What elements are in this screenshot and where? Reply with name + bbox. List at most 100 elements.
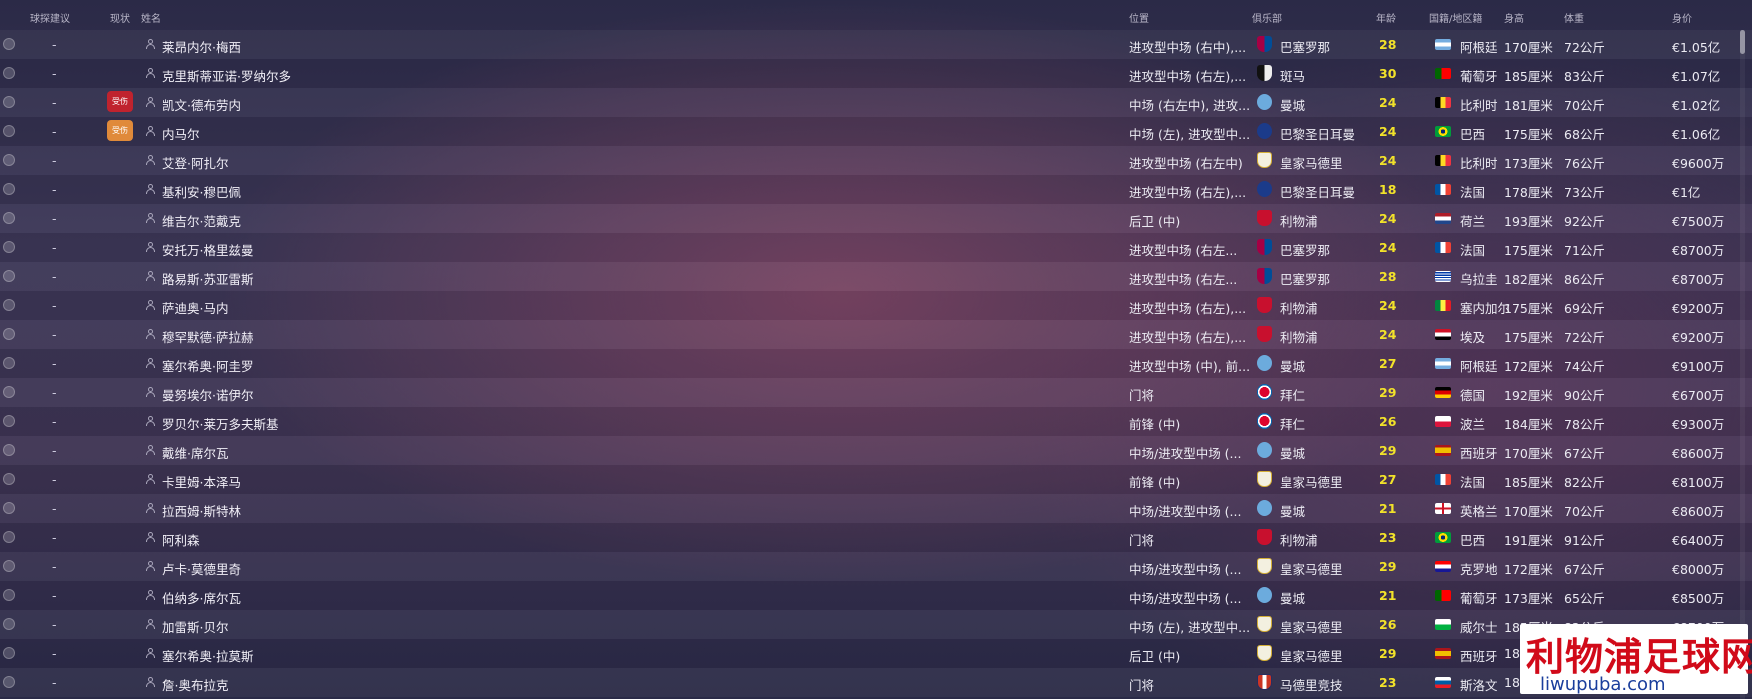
table-row[interactable]: - 詹·奥布拉克 门将 马德里竞技 23 斯洛文 18 <box>0 668 1752 697</box>
player-name[interactable]: 穆罕默德·萨拉赫 <box>162 327 253 346</box>
table-row[interactable]: - 塞尔希奥·拉莫斯 后卫 (中) 皇家马德里 29 西班牙 18 <box>0 639 1752 668</box>
player-name[interactable]: 内马尔 <box>162 124 200 143</box>
header-weight[interactable]: 体重 <box>1564 10 1584 25</box>
player-name[interactable]: 维吉尔·范戴克 <box>162 211 241 230</box>
header-position[interactable]: 位置 <box>1129 10 1149 25</box>
player-name[interactable]: 拉西姆·斯特林 <box>162 501 241 520</box>
scrollbar-thumb[interactable] <box>1740 30 1745 54</box>
player-name[interactable]: 克里斯蒂亚诺·罗纳尔多 <box>162 66 291 85</box>
player-name[interactable]: 艾登·阿扎尔 <box>162 153 228 172</box>
scrollbar-track[interactable] <box>1740 30 1745 699</box>
player-club[interactable]: 利物浦 <box>1280 211 1318 230</box>
table-row[interactable]: - 基利安·穆巴佩 进攻型中场 (右左),... 巴黎圣日耳曼 18 法国 178厘米 73公… <box>0 175 1752 204</box>
player-name[interactable]: 萨迪奥·马内 <box>162 298 228 317</box>
player-name[interactable]: 路易斯·苏亚雷斯 <box>162 269 253 288</box>
player-club[interactable]: 皇家马德里 <box>1280 153 1343 172</box>
player-club[interactable]: 曼城 <box>1280 588 1305 607</box>
header-status[interactable]: 现状 <box>110 10 130 25</box>
select-checkbox[interactable] <box>3 96 15 108</box>
player-name[interactable]: 莱昂内尔·梅西 <box>162 37 241 56</box>
table-row[interactable]: - 穆罕默德·萨拉赫 进攻型中场 (右左),... 利物浦 24 埃及 175厘米 72公斤 €… <box>0 320 1752 349</box>
select-checkbox[interactable] <box>3 676 15 688</box>
header-value[interactable]: 身价 <box>1672 10 1692 25</box>
select-checkbox[interactable] <box>3 212 15 224</box>
player-name[interactable]: 卡里姆·本泽马 <box>162 472 241 491</box>
select-checkbox[interactable] <box>3 589 15 601</box>
player-name[interactable]: 阿利森 <box>162 530 200 549</box>
select-checkbox[interactable] <box>3 415 15 427</box>
select-checkbox[interactable] <box>3 444 15 456</box>
table-row[interactable]: - 萨迪奥·马内 进攻型中场 (右左),... 利物浦 24 塞内加尔 175厘米 69公斤 €… <box>0 291 1752 320</box>
table-row[interactable]: - 曼努埃尔·诺伊尔 门将 拜仁 29 德国 192厘米 90公斤 €6700万 <box>0 378 1752 407</box>
table-row[interactable]: - 艾登·阿扎尔 进攻型中场 (右左中) 皇家马德里 24 比利时 173厘米 76公斤 €96… <box>0 146 1752 175</box>
player-club[interactable]: 拜仁 <box>1280 414 1305 433</box>
player-club[interactable]: 巴塞罗那 <box>1280 240 1330 259</box>
player-name[interactable]: 卢卡·莫德里奇 <box>162 559 241 578</box>
player-name[interactable]: 詹·奥布拉克 <box>162 675 228 694</box>
player-club[interactable]: 巴黎圣日耳曼 <box>1280 124 1355 143</box>
select-checkbox[interactable] <box>3 386 15 398</box>
table-row[interactable]: - 塞尔希奥·阿圭罗 进攻型中场 (中), 前... 曼城 27 阿根廷 172厘米 74公斤… <box>0 349 1752 378</box>
select-checkbox[interactable] <box>3 270 15 282</box>
select-checkbox[interactable] <box>3 125 15 137</box>
table-row[interactable]: -加雷斯·贝尔中场 (左), 进攻型中...皇家马德里26威尔士185厘米82公… <box>0 610 1752 639</box>
table-row[interactable]: - 受伤 内马尔 中场 (左), 进攻型中... 巴黎圣日耳曼 24 巴西 175厘米 68公斤… <box>0 117 1752 146</box>
table-row[interactable]: - 卢卡·莫德里奇 中场/进攻型中场 (... 皇家马德里 29 克罗地 172厘米 67公斤… <box>0 552 1752 581</box>
player-club[interactable]: 利物浦 <box>1280 298 1318 317</box>
player-club[interactable]: 皇家马德里 <box>1280 472 1343 491</box>
player-club[interactable]: 皇家马德里 <box>1280 617 1343 636</box>
header-name[interactable]: 姓名 <box>141 10 161 25</box>
select-checkbox[interactable] <box>3 328 15 340</box>
header-scout-advice[interactable]: 球探建议 <box>30 10 70 25</box>
player-club[interactable]: 巴塞罗那 <box>1280 269 1330 288</box>
player-name[interactable]: 基利安·穆巴佩 <box>162 182 241 201</box>
player-name[interactable]: 伯纳多·席尔瓦 <box>162 588 241 607</box>
select-checkbox[interactable] <box>3 299 15 311</box>
table-row[interactable]: - 伯纳多·席尔瓦 中场/进攻型中场 (... 曼城 21 葡萄牙 173厘米 65公斤 €85… <box>0 581 1752 610</box>
select-checkbox[interactable] <box>3 531 15 543</box>
player-club[interactable]: 曼城 <box>1280 443 1305 462</box>
table-row[interactable]: - 卡里姆·本泽马 前锋 (中) 皇家马德里 27 法国 185厘米 82公斤 €8100万 <box>0 465 1752 494</box>
select-checkbox[interactable] <box>3 618 15 630</box>
player-name[interactable]: 塞尔希奥·拉莫斯 <box>162 646 253 665</box>
select-checkbox[interactable] <box>3 502 15 514</box>
header-nationality[interactable]: 国籍/地区籍 <box>1429 10 1482 25</box>
player-club[interactable]: 皇家马德里 <box>1280 646 1343 665</box>
select-checkbox[interactable] <box>3 647 15 659</box>
player-club[interactable]: 巴黎圣日耳曼 <box>1280 182 1355 201</box>
player-club[interactable]: 皇家马德里 <box>1280 559 1343 578</box>
player-name[interactable]: 安托万·格里兹曼 <box>162 240 253 259</box>
player-name[interactable]: 凯文·德布劳内 <box>162 95 241 114</box>
player-club[interactable]: 马德里竞技 <box>1280 675 1343 694</box>
player-club[interactable]: 巴塞罗那 <box>1280 37 1330 56</box>
player-club[interactable]: 曼城 <box>1280 95 1305 114</box>
table-row[interactable]: - 戴维·席尔瓦 中场/进攻型中场 (... 曼城 29 西班牙 170厘米 67公斤 €860… <box>0 436 1752 465</box>
table-row[interactable]: - 受伤 凯文·德布劳内 中场 (右左中), 进攻... 曼城 24 比利时 181厘米 70公… <box>0 88 1752 117</box>
select-checkbox[interactable] <box>3 38 15 50</box>
player-name[interactable]: 曼努埃尔·诺伊尔 <box>162 385 253 404</box>
table-row[interactable]: - 路易斯·苏亚雷斯 进攻型中场 (右左... 巴塞罗那 28 乌拉圭 182厘米 86公斤 €… <box>0 262 1752 291</box>
select-checkbox[interactable] <box>3 357 15 369</box>
player-club[interactable]: 拜仁 <box>1280 385 1305 404</box>
select-checkbox[interactable] <box>3 241 15 253</box>
select-checkbox[interactable] <box>3 183 15 195</box>
player-club[interactable]: 曼城 <box>1280 356 1305 375</box>
player-club[interactable]: 斑马 <box>1280 66 1305 85</box>
table-row[interactable]: - 莱昂内尔·梅西 进攻型中场 (右中),... 巴塞罗那 28 阿根廷 170厘米 72公斤… <box>0 30 1752 59</box>
player-name[interactable]: 塞尔希奥·阿圭罗 <box>162 356 253 375</box>
table-row[interactable]: - 拉西姆·斯特林 中场/进攻型中场 (... 曼城 21 英格兰 170厘米 70公斤 €86… <box>0 494 1752 523</box>
table-row[interactable]: - 罗贝尔·莱万多夫斯基 前锋 (中) 拜仁 26 波兰 184厘米 78公斤 €9300万 <box>0 407 1752 436</box>
player-club[interactable]: 曼城 <box>1280 501 1305 520</box>
table-row[interactable]: - 克里斯蒂亚诺·罗纳尔多 进攻型中场 (右左),... 斑马 30 葡萄牙 185厘米 83… <box>0 59 1752 88</box>
select-checkbox[interactable] <box>3 154 15 166</box>
player-name[interactable]: 加雷斯·贝尔 <box>162 617 228 636</box>
select-checkbox[interactable] <box>3 560 15 572</box>
player-club[interactable]: 利物浦 <box>1280 327 1318 346</box>
player-club[interactable]: 利物浦 <box>1280 530 1318 549</box>
select-checkbox[interactable] <box>3 473 15 485</box>
table-row[interactable]: - 阿利森 门将 利物浦 23 巴西 191厘米 91公斤 €6400万 <box>0 523 1752 552</box>
header-height[interactable]: 身高 <box>1504 10 1524 25</box>
player-name[interactable]: 戴维·席尔瓦 <box>162 443 228 462</box>
table-row[interactable]: - 维吉尔·范戴克 后卫 (中) 利物浦 24 荷兰 193厘米 92公斤 €7500万 <box>0 204 1752 233</box>
header-age[interactable]: 年龄 <box>1376 10 1396 25</box>
